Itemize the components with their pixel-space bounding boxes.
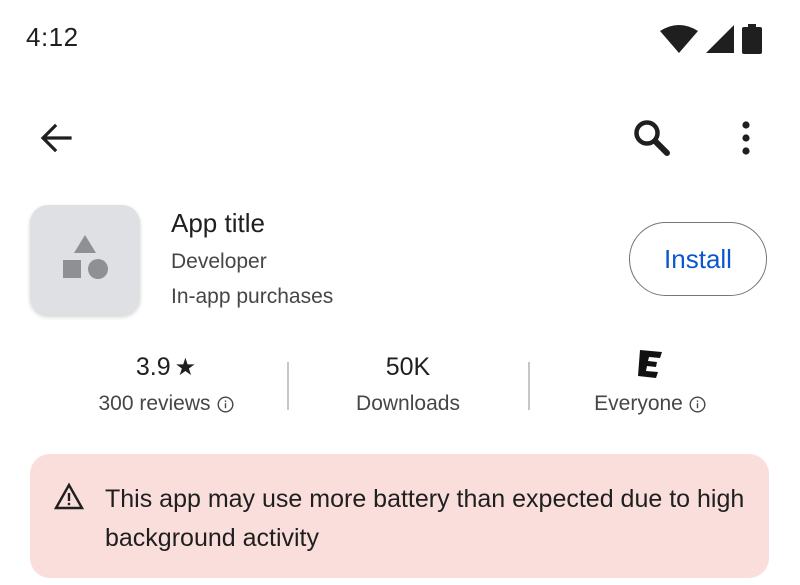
app-placeholder-icon [59,232,111,289]
esrb-e-icon: E [637,349,663,386]
info-icon[interactable] [689,395,706,413]
downloads-label-text: Downloads [356,392,460,415]
content-rating-stat[interactable]: E Everyone [540,349,760,416]
reviews-label: 300 reviews [56,392,276,416]
app-developer-link[interactable]: Developer [171,250,267,274]
stat-divider [287,362,289,410]
rating-stat[interactable]: 3.9 ★ 300 reviews [56,350,276,416]
status-time: 4:12 [26,22,79,52]
more-vert-icon [740,120,752,161]
back-arrow-icon [38,120,74,161]
battery-warning-banner: This app may use more battery than expec… [30,454,769,578]
cell-signal-icon [706,25,734,58]
search-icon [632,118,672,163]
esrb-letter: E [637,349,638,350]
search-button[interactable] [628,116,676,164]
status-icons [660,24,762,59]
warning-triangle-icon [53,482,85,512]
content-rating-text: Everyone [594,392,683,415]
in-app-purchases-label: In-app purchases [171,285,334,308]
rating-value: 3.9 ★ [56,350,276,384]
downloads-value: 50K [385,352,431,381]
downloads-stat: 50K Downloads [298,350,518,416]
rating-number: 3.9 [135,352,171,381]
stat-divider [528,362,530,410]
install-button[interactable]: Install [629,222,767,296]
content-rating-badge: E [540,349,760,386]
back-button[interactable] [34,118,78,162]
battery-icon [742,24,762,59]
reviews-count: 300 reviews [98,392,211,415]
content-rating-label: Everyone [540,392,760,416]
star-icon: ★ [174,353,197,381]
app-icon [30,205,140,315]
downloads-label: Downloads [298,392,518,416]
info-icon[interactable] [217,395,234,413]
app-title: App title [171,208,265,238]
warning-text: This app may use more battery than expec… [105,485,745,552]
app-details-screen: 4:12 App title Developer In-app purchase… [0,0,800,585]
wifi-icon [660,25,698,58]
more-options-button[interactable] [722,116,770,164]
